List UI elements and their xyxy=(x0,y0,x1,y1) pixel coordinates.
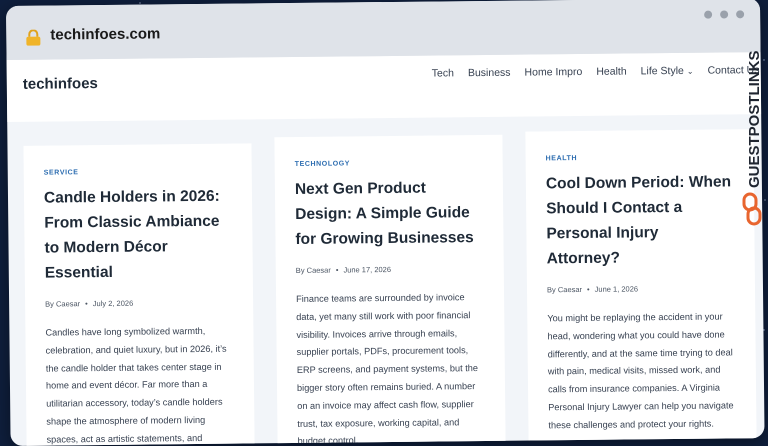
watermark-text: GUESTPOSTLINKS xyxy=(746,50,763,188)
url-text[interactable]: techinfoes.com xyxy=(50,25,160,43)
window-dot-icon[interactable] xyxy=(736,10,745,19)
post-author[interactable]: By Caesar xyxy=(547,285,582,294)
nav-item-business[interactable]: Business xyxy=(468,67,511,79)
lock-icon xyxy=(26,29,41,46)
main-nav: Tech Business Home Impro Health Life Sty… xyxy=(432,64,760,79)
post-meta: By Caesar • July 2, 2026 xyxy=(45,298,233,309)
window-controls xyxy=(704,10,745,19)
guestpostlinks-watermark: GUESTPOSTLINKS xyxy=(742,50,763,226)
post-author[interactable]: By Caesar xyxy=(296,266,331,275)
nav-item-life-style-label: Life Style xyxy=(640,64,684,78)
post-date: June 17, 2026 xyxy=(343,264,392,275)
chevron-down-icon: ⌄ xyxy=(686,66,694,76)
post-title[interactable]: Cool Down Period: When Should I Contact … xyxy=(546,169,735,271)
browser-address-bar: techinfoes.com xyxy=(6,0,761,61)
link-chain-icon xyxy=(742,192,762,226)
separator-dot: • xyxy=(586,284,590,294)
post-date: June 1, 2026 xyxy=(594,284,639,294)
post-card[interactable]: HEALTH Cool Down Period: When Should I C… xyxy=(525,129,757,446)
post-card[interactable]: TECHNOLOGY Next Gen Product Design: A Si… xyxy=(274,134,506,446)
window-dot-icon[interactable] xyxy=(704,10,713,19)
browser-window: techinfoes.com techinfoes Tech Business … xyxy=(6,0,765,446)
nav-item-home-impro[interactable]: Home Impro xyxy=(524,66,582,79)
nav-item-life-style[interactable]: Life Style ⌄ xyxy=(640,64,694,78)
post-card[interactable]: SERVICE Candle Holders in 2026: From Cla… xyxy=(23,143,255,446)
post-category[interactable]: HEALTH xyxy=(546,153,734,162)
nav-item-tech[interactable]: Tech xyxy=(432,67,454,79)
post-category[interactable]: SERVICE xyxy=(44,168,232,176)
post-author[interactable]: By Caesar xyxy=(45,299,80,308)
post-date: July 2, 2026 xyxy=(92,298,134,309)
nav-item-health[interactable]: Health xyxy=(596,66,626,78)
post-excerpt: Candles have long symbolized warmth, cel… xyxy=(45,325,227,445)
post-title[interactable]: Candle Holders in 2026: From Classic Amb… xyxy=(44,184,233,286)
post-excerpt: Finance teams are surrounded by invoice … xyxy=(296,292,478,446)
post-excerpt: You might be replaying the accident in y… xyxy=(547,311,734,431)
site-header: techinfoes Tech Business Home Impro Heal… xyxy=(6,52,762,122)
post-meta: By Caesar • June 17, 2026 xyxy=(296,264,484,275)
post-category[interactable]: TECHNOLOGY xyxy=(295,159,483,168)
separator-dot: • xyxy=(85,299,88,309)
site-logo[interactable]: techinfoes xyxy=(23,75,98,93)
window-dot-icon[interactable] xyxy=(720,10,729,19)
post-meta: By Caesar • June 1, 2026 xyxy=(547,283,735,294)
post-title[interactable]: Next Gen Product Design: A Simple Guide … xyxy=(295,175,484,252)
separator-dot: • xyxy=(335,265,339,275)
